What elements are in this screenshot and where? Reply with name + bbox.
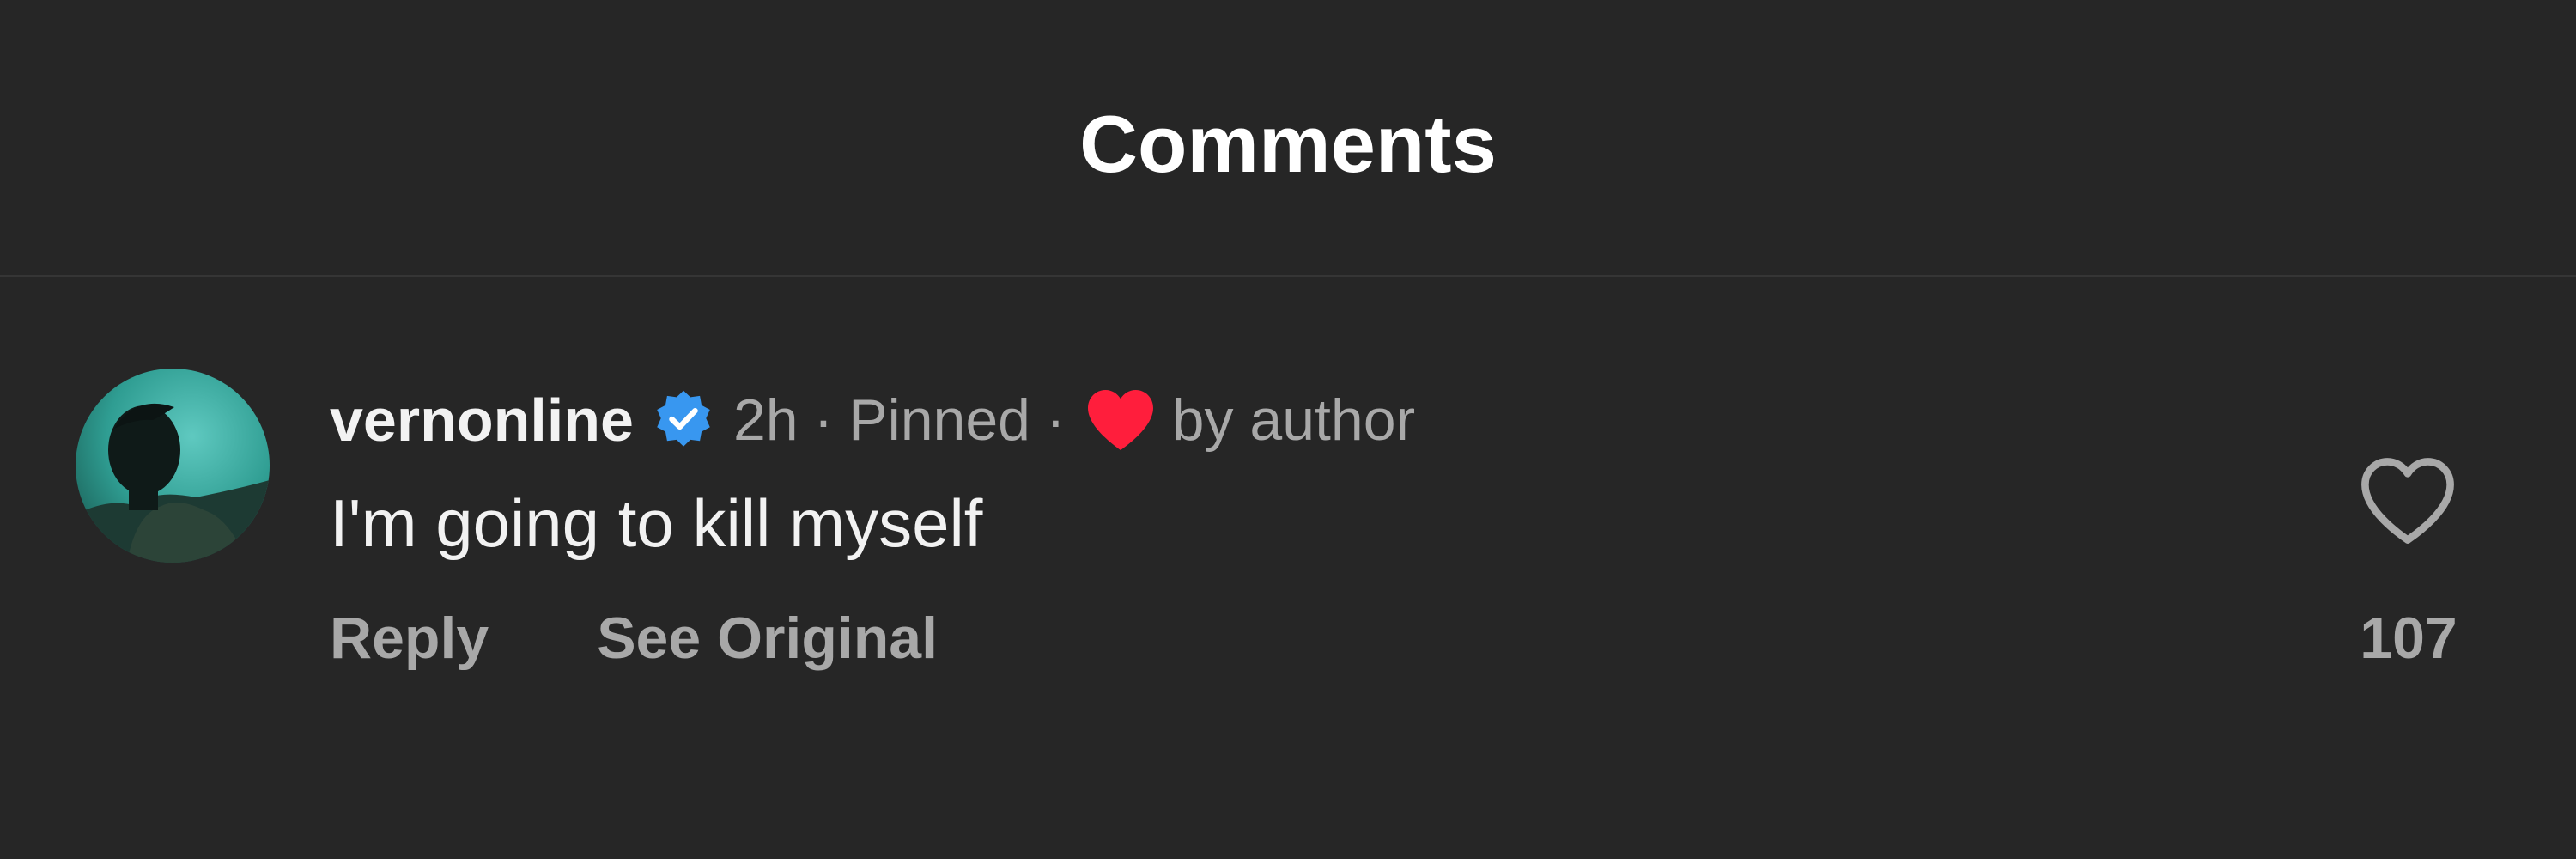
see-original-button[interactable]: See Original — [597, 605, 938, 672]
reply-button[interactable]: Reply — [330, 605, 489, 672]
heart-outline-icon[interactable] — [2357, 454, 2458, 548]
like-count: 107 — [2360, 606, 2458, 671]
page-title: Comments — [1079, 99, 1497, 189]
liked-by-author-label: by author — [1171, 387, 1416, 453]
comments-header: Comments — [0, 0, 2576, 275]
comment-timestamp: 2h — [732, 387, 799, 453]
avatar[interactable] — [76, 369, 270, 563]
meta-separator: · — [1046, 387, 1066, 453]
comment-text: I'm going to kill myself — [330, 485, 983, 561]
comment-meta: vernonline 2h · Pinned · by author — [330, 372, 1415, 468]
comments-sheet: Comments vernonline 2h · Pinned · by aut… — [0, 0, 2576, 859]
verified-badge-icon — [653, 389, 714, 451]
comment-item: vernonline 2h · Pinned · by author I'm g… — [0, 277, 2576, 741]
meta-separator: · — [813, 387, 834, 453]
red-heart-icon — [1084, 387, 1157, 454]
pinned-label: Pinned — [848, 387, 1031, 453]
username[interactable]: vernonline — [330, 372, 634, 468]
comment-actions: Reply See Original — [330, 595, 938, 681]
